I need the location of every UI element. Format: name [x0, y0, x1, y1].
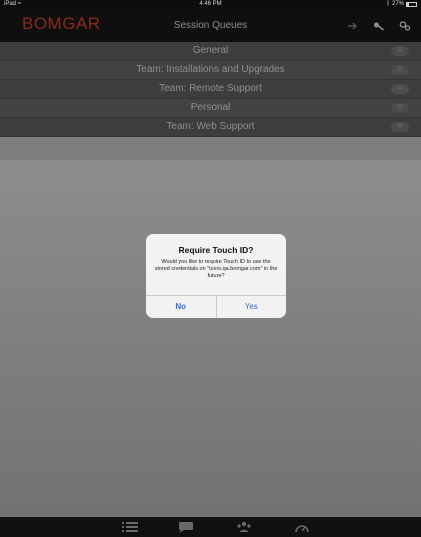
- queue-row-installations[interactable]: Team: Installations and Upgrades 0: [0, 61, 421, 80]
- queue-name: Team: Installations and Upgrades: [136, 64, 285, 75]
- queue-count-badge: 0: [391, 84, 409, 94]
- bluetooth-icon: ᛒ: [386, 1, 390, 7]
- touch-id-dialog: Require Touch ID? Would you like to requ…: [146, 234, 286, 318]
- queue-name: Team: Web Support: [166, 121, 255, 132]
- queue-count-badge: 0: [391, 103, 409, 113]
- key-icon[interactable]: [373, 21, 385, 31]
- status-bar: iPad ≈ 4:46 PM ᛒ 27%: [0, 0, 421, 8]
- queue-count-badge: 0: [391, 122, 409, 132]
- queue-name: Personal: [190, 102, 231, 113]
- logout-icon[interactable]: [347, 21, 359, 31]
- clock: 4:46 PM: [199, 1, 222, 7]
- battery-percent: 27%: [391, 1, 404, 7]
- queue-name: Team: Remote Support: [159, 83, 262, 94]
- queue-count-badge: 0: [391, 65, 409, 75]
- battery-indicator: ᛒ 27%: [386, 0, 417, 8]
- yes-button[interactable]: Yes: [217, 296, 287, 318]
- queue-row-personal[interactable]: Personal 0: [0, 99, 421, 118]
- tab-bar: [0, 517, 421, 537]
- queue-count-badge: 0: [391, 46, 409, 56]
- gear-icon[interactable]: [399, 21, 411, 31]
- queue-name: General: [192, 45, 229, 56]
- team-icon[interactable]: [236, 521, 252, 533]
- dialog-title: Require Touch ID?: [178, 245, 254, 255]
- dashboard-icon[interactable]: [294, 521, 310, 533]
- dialog-message: Would you like to require Touch ID to us…: [154, 259, 278, 279]
- list-icon[interactable]: [122, 521, 138, 533]
- empty-content-area: [0, 160, 421, 517]
- session-queue-list: General 0 Team: Installations and Upgrad…: [0, 42, 421, 137]
- nav-actions: [347, 21, 411, 31]
- battery-icon: [406, 1, 417, 7]
- queue-row-general[interactable]: General 0: [0, 42, 421, 61]
- chat-icon[interactable]: [178, 521, 194, 533]
- nav-bar: BOMGAR Session Queues: [0, 8, 421, 42]
- no-button[interactable]: No: [146, 296, 217, 318]
- dialog-actions: No Yes: [146, 295, 286, 318]
- queue-row-remote-support[interactable]: Team: Remote Support 0: [0, 80, 421, 99]
- queue-row-web-support[interactable]: Team: Web Support 0: [0, 118, 421, 137]
